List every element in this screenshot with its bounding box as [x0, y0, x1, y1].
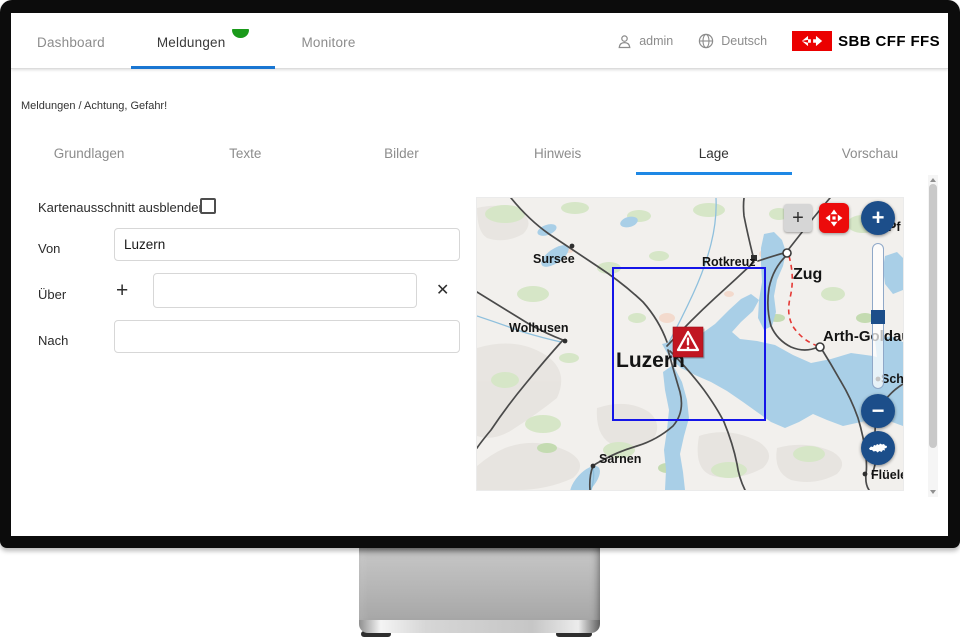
sbb-logo: SBB CFF FFS	[792, 31, 940, 51]
brand-text: SBB CFF FFS	[838, 33, 940, 50]
sbb-arrow-icon	[792, 31, 832, 51]
label-arth-goldau: Arth-Goldau	[823, 328, 903, 345]
zoom-in-button[interactable]: +	[861, 201, 895, 235]
ueber-input[interactable]	[153, 273, 417, 308]
tab-label: Grundlagen	[54, 146, 125, 161]
tab-label: Hinweis	[534, 146, 581, 161]
tab-grundlagen[interactable]: Grundlagen	[11, 131, 167, 175]
language-menu[interactable]: Deutsch	[698, 33, 767, 49]
map-canvas[interactable]: Sursee Rotkreuz Zug Wolhusen Arth-Goldau…	[477, 198, 903, 490]
pan-arrows-icon	[824, 208, 844, 228]
tab-lage[interactable]: Lage	[636, 131, 792, 175]
tab-label: Vorschau	[842, 146, 898, 161]
screen: Dashboard Meldungen Monitore	[11, 13, 948, 536]
scrollbar-up-arrow-icon[interactable]	[930, 178, 936, 182]
main-nav: Dashboard Meldungen Monitore	[11, 13, 382, 69]
add-via-button[interactable]: +	[116, 280, 128, 301]
label-schwyz: Schwyz	[881, 372, 903, 386]
tab-label: Lage	[699, 146, 729, 161]
nav-item-meldungen[interactable]: Meldungen	[131, 13, 276, 69]
user-menu[interactable]: admin	[617, 34, 673, 49]
monitor-bezel: Dashboard Meldungen Monitore	[0, 0, 960, 548]
hide-map-checkbox[interactable]	[200, 198, 216, 214]
nav-label: Monitore	[301, 35, 355, 50]
von-label: Von	[38, 241, 60, 256]
tab-bar: Grundlagen Texte Bilder Hinweis Lage Vor…	[11, 131, 948, 175]
switzerland-icon	[868, 441, 888, 455]
tab-label: Texte	[229, 146, 261, 161]
label-zug: Zug	[793, 266, 822, 283]
label-fluelen: Flüelen	[871, 468, 903, 482]
label-rotkreuz: Rotkreuz	[702, 255, 755, 269]
globe-icon	[698, 33, 714, 49]
scrollbar-thumb[interactable]	[929, 184, 937, 448]
map-expand-button[interactable]: +	[784, 204, 812, 232]
label-wolhusen: Wolhusen	[509, 321, 569, 335]
nav-label: Dashboard	[37, 35, 105, 50]
zoom-out-button[interactable]: −	[861, 394, 895, 428]
map-pan-button[interactable]	[819, 203, 849, 233]
user-icon	[617, 34, 632, 49]
vertical-scrollbar[interactable]	[928, 175, 938, 497]
page-background: Dashboard Meldungen Monitore	[0, 0, 960, 638]
label-sarnen: Sarnen	[599, 452, 641, 466]
zoom-slider-handle[interactable]	[871, 310, 885, 324]
clear-via-button[interactable]: ✕	[436, 283, 449, 299]
ueber-label: Über	[38, 287, 66, 302]
nach-label: Nach	[38, 333, 68, 348]
nav-item-dashboard[interactable]: Dashboard	[11, 13, 131, 69]
nach-input[interactable]	[114, 320, 460, 353]
nav-item-monitore[interactable]: Monitore	[275, 13, 381, 69]
hide-map-label: Kartenausschnitt ausblenden	[38, 200, 206, 215]
reset-extent-button[interactable]	[861, 431, 895, 465]
user-name: admin	[639, 34, 673, 48]
tab-vorschau[interactable]: Vorschau	[792, 131, 948, 175]
tab-texte[interactable]: Texte	[167, 131, 323, 175]
von-input[interactable]	[114, 228, 460, 261]
monitor-stand	[359, 546, 600, 622]
zoom-slider[interactable]	[872, 243, 884, 389]
app-header: Dashboard Meldungen Monitore	[11, 13, 948, 69]
tab-bilder[interactable]: Bilder	[323, 131, 479, 175]
notification-badge-icon	[232, 29, 249, 38]
monitor-stand-base	[359, 620, 600, 633]
nav-label: Meldungen	[157, 35, 226, 50]
header-right-group: admin Deutsch	[617, 13, 940, 69]
breadcrumb: Meldungen / Achtung, Gefahr!	[21, 100, 167, 112]
language-label: Deutsch	[721, 34, 767, 48]
label-sursee: Sursee	[533, 252, 575, 266]
scrollbar-down-arrow-icon[interactable]	[930, 490, 936, 494]
tab-hinweis[interactable]: Hinweis	[480, 131, 636, 175]
tab-label: Bilder	[384, 146, 419, 161]
warning-marker-icon[interactable]	[673, 327, 705, 359]
